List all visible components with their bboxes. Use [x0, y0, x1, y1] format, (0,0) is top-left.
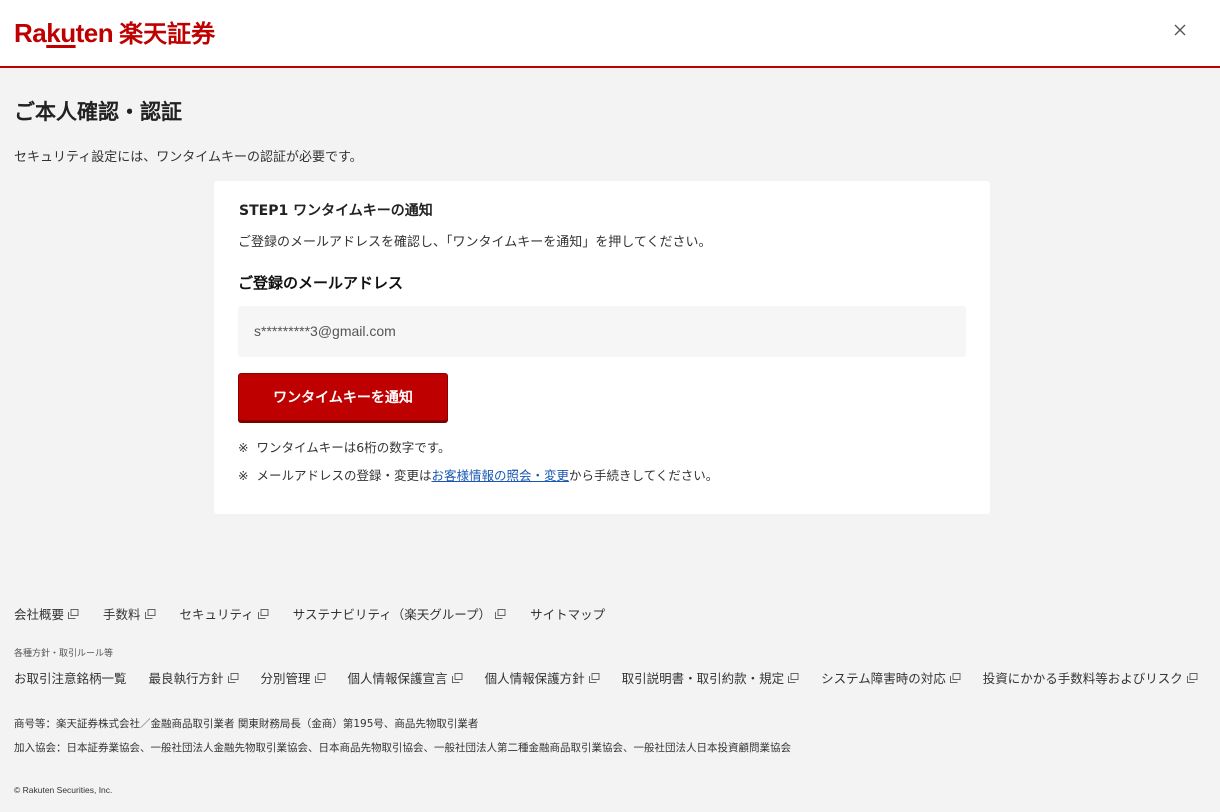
header: Rakuten 楽天証券 — [0, 0, 1220, 68]
rules-link-privacy-policy[interactable]: 個人情報保護方針 — [485, 668, 600, 687]
logo-japanese: 楽天証券 — [119, 20, 216, 48]
external-link-icon — [68, 608, 79, 619]
page-description: セキュリティ設定には、ワンタイムキーの認証が必要です。 — [14, 150, 363, 165]
onetime-key-card: STEP1 ワンタイムキーの通知 ご登録のメールアドレスを確認し、「ワンタイムキ… — [214, 181, 990, 514]
rules-heading: 各種方針・取引ルール等 — [14, 649, 114, 659]
rules-links: お取引注意銘柄一覧 最良執行方針 分別管理 個人情報保護宣言 個人情報保護方針 … — [14, 668, 1220, 687]
note-digits: ※ ワンタイムキーは6桁の数字です。 — [238, 440, 451, 455]
email-value: s*********3@gmail.com — [254, 323, 396, 339]
external-link-icon — [949, 672, 961, 683]
footer-link-company[interactable]: 会社概要 — [14, 604, 79, 623]
external-link-icon — [495, 608, 506, 619]
footer-link-fees[interactable]: 手数料 — [103, 604, 156, 623]
external-link-icon — [788, 672, 799, 683]
external-link-icon — [227, 672, 239, 683]
rules-link-best-execution[interactable]: 最良執行方針 — [149, 668, 239, 687]
rules-link-caution-stocks[interactable]: お取引注意銘柄一覧 — [14, 668, 127, 687]
email-display: s*********3@gmail.com — [238, 306, 966, 357]
rules-link-segregation[interactable]: 分別管理 — [261, 668, 326, 687]
external-link-icon — [1186, 672, 1198, 683]
legal-associations: 加入協会：日本証券業協会、一般社団法人金融先物取引業協会、日本商品先物取引協会、… — [14, 742, 791, 754]
footer-link-sustainability[interactable]: サステナビリティ（楽天グループ） — [293, 604, 506, 623]
customer-info-link[interactable]: お客様情報の照会・変更 — [432, 468, 570, 483]
step-title: STEP1 ワンタイムキーの通知 — [239, 203, 433, 219]
footer-link-sitemap[interactable]: サイトマップ — [530, 604, 605, 623]
external-link-icon — [144, 608, 156, 619]
notify-onetime-key-button[interactable]: ワンタイムキーを通知 — [238, 373, 448, 421]
external-link-icon — [588, 672, 600, 683]
email-label: ご登録のメールアドレス — [238, 274, 404, 292]
rules-link-terms[interactable]: 取引説明書・取引約款・規定 — [622, 668, 800, 687]
copyright: © Rakuten Securities, Inc. — [14, 785, 113, 795]
external-link-icon — [451, 672, 463, 683]
external-link-icon — [314, 672, 326, 683]
close-icon[interactable] — [1170, 20, 1190, 40]
footer-link-security[interactable]: セキュリティ — [180, 604, 269, 623]
rules-link-system-failure[interactable]: システム障害時の対応 — [821, 668, 961, 687]
page-title: ご本人確認・認証 — [14, 100, 182, 124]
legal-registration: 商号等：楽天証券株式会社／金融商品取引業者 関東財務局長（金商）第195号、商品… — [14, 718, 479, 730]
external-link-icon — [257, 608, 269, 619]
rakuten-logo[interactable]: Rakuten 楽天証券 — [14, 14, 216, 48]
step-description: ご登録のメールアドレスを確認し、「ワンタイムキーを通知」を押してください。 — [238, 235, 712, 250]
logo-wordmark: Rakuten — [14, 18, 114, 48]
rules-link-privacy-declaration[interactable]: 個人情報保護宣言 — [348, 668, 463, 687]
rules-link-fees-risks[interactable]: 投資にかかる手数料等およびリスク — [983, 668, 1198, 687]
note-email-change: ※ メールアドレスの登録・変更はお客様情報の照会・変更から手続きしてください。 — [238, 468, 719, 483]
footer-links: 会社概要 手数料 セキュリティ サステナビリティ（楽天グループ） サイトマップ — [14, 604, 629, 623]
